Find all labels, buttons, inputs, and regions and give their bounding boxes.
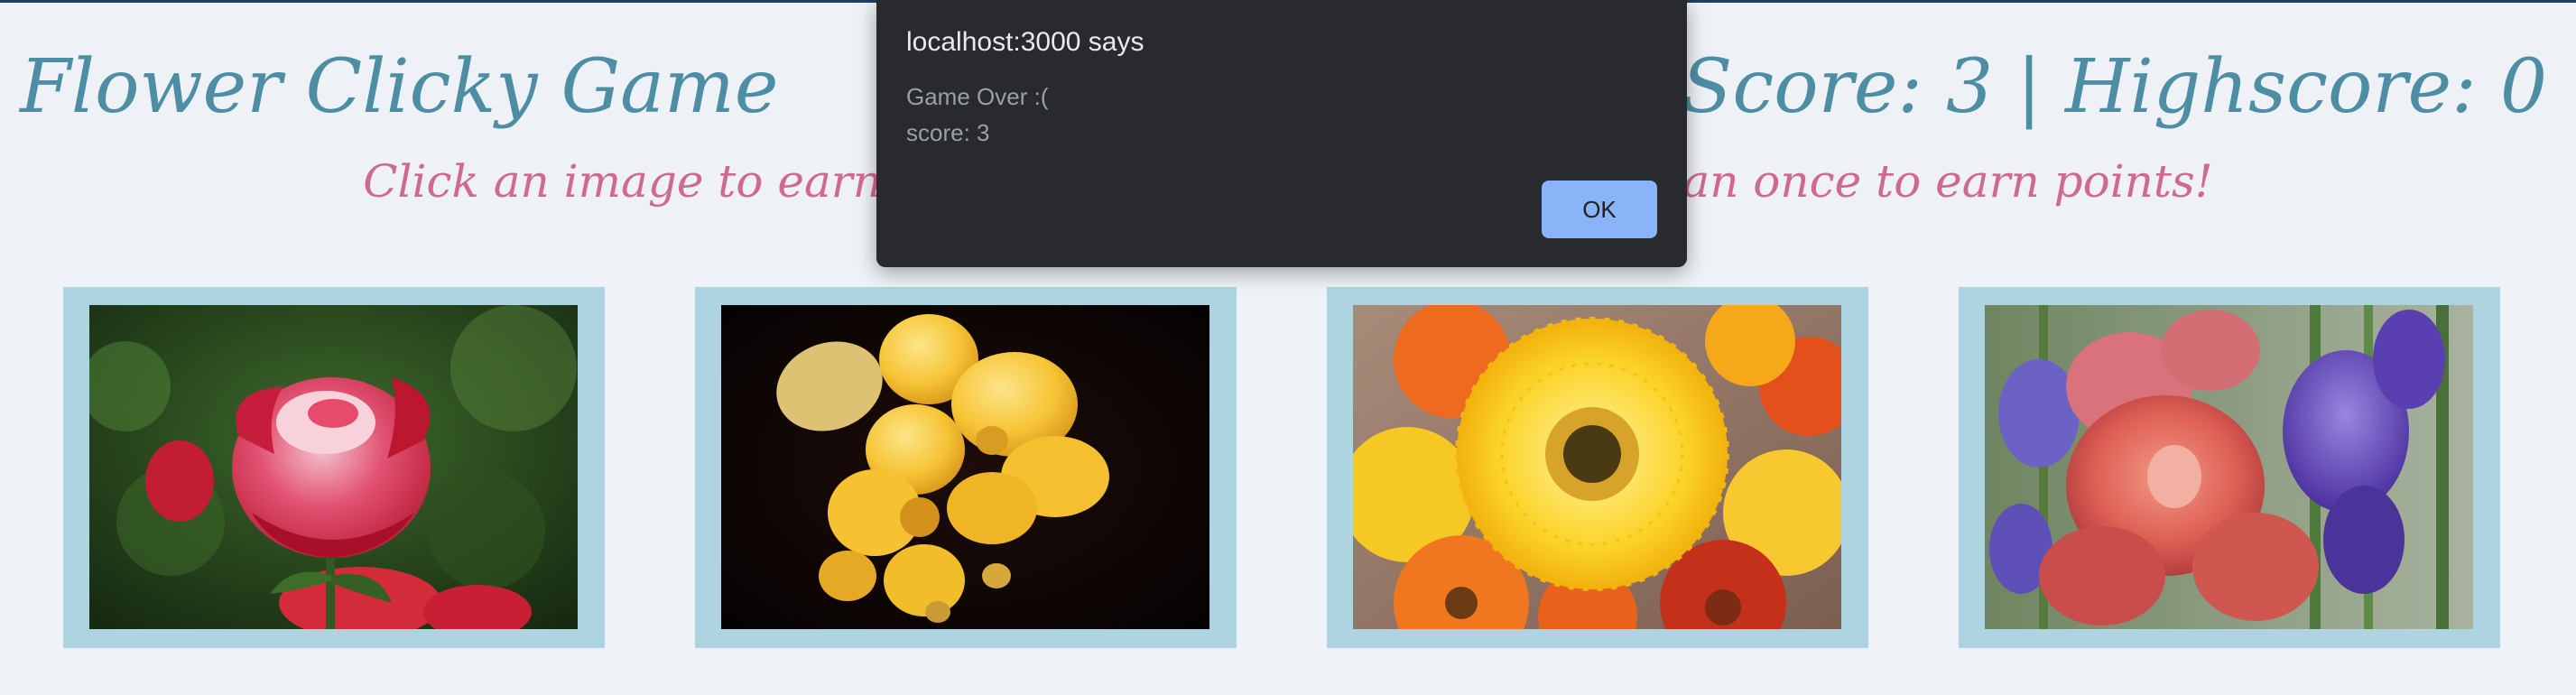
flower-card-gladiolus[interactable] xyxy=(1959,287,2500,648)
gladiolus-image xyxy=(1985,305,2473,629)
page-title: Flower Clicky Game xyxy=(20,44,779,130)
dialog-message-line-1: Game Over :( xyxy=(906,83,1049,110)
rose-image xyxy=(89,305,578,629)
alert-dialog: localhost:3000 says Game Over :( score: … xyxy=(876,0,1687,267)
ok-button[interactable]: OK xyxy=(1542,181,1657,238)
flower-card-freesia[interactable] xyxy=(695,287,1237,648)
gerbera-image xyxy=(1353,305,1841,629)
dialog-title: localhost:3000 says xyxy=(906,27,1144,57)
flower-card-rose[interactable] xyxy=(63,287,605,648)
dialog-message-line-2: score: 3 xyxy=(906,119,990,146)
score-display: Score: 3 | Highscore: 0 xyxy=(1682,44,2547,130)
freesia-image xyxy=(721,305,1209,629)
flower-card-gerbera[interactable] xyxy=(1327,287,1868,648)
